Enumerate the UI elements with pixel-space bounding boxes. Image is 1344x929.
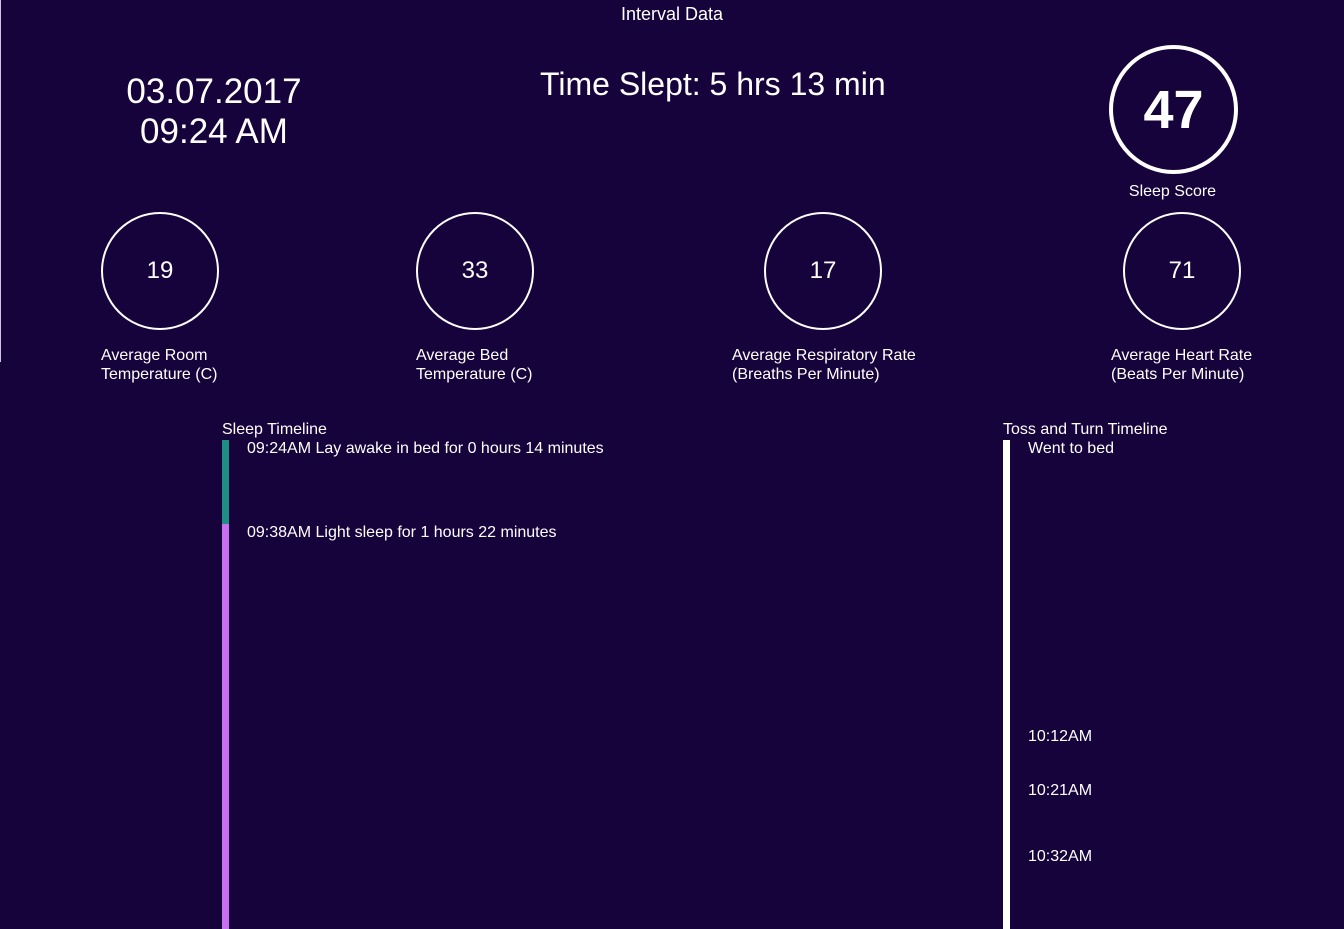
stat-value: 19 [146, 257, 174, 284]
stat-value: 33 [461, 257, 489, 284]
stat-value: 17 [809, 257, 837, 284]
stat-label: Average Room Temperature (C) [101, 347, 218, 383]
sleep-event-awake: 09:24AM Lay awake in bed for 0 hours 14 … [247, 440, 604, 457]
stat-room-temperature: 19 Average Room Temperature (C) [101, 212, 219, 384]
stat-ring: 17 [764, 212, 882, 330]
interval-data-page: Interval Data 03.07.2017 09:24 AM Time S… [0, 0, 1344, 929]
stat-label: Average Heart Rate (Beats Per Minute) [1111, 347, 1253, 383]
sleep-score-value: 47 [1143, 79, 1204, 140]
toss-event-went-to-bed: Went to bed [1028, 440, 1114, 457]
session-datetime: 03.07.2017 09:24 AM [100, 72, 328, 152]
stat-ring: 19 [101, 212, 219, 330]
toss-turn-timeline-heading: Toss and Turn Timeline [1003, 421, 1168, 438]
awake-segment [222, 440, 229, 524]
session-time: 09:24 AM [140, 112, 288, 151]
stat-ring: 33 [416, 212, 534, 330]
sleep-score-label: Sleep Score [1128, 183, 1217, 200]
light-sleep-segment [222, 524, 229, 929]
toss-event: 10:21AM [1028, 782, 1093, 799]
sleep-timeline-heading: Sleep Timeline [222, 421, 327, 438]
sleep-event-light: 09:38AM Light sleep for 1 hours 22 minut… [247, 524, 557, 541]
time-slept: Time Slept: 5 hrs 13 min [540, 66, 886, 102]
toss-event: 10:32AM [1028, 848, 1093, 865]
stat-label: Average Respiratory Rate (Breaths Per Mi… [732, 347, 916, 383]
stat-value: 71 [1168, 257, 1196, 284]
session-date: 03.07.2017 [126, 72, 302, 111]
stat-label: Average Bed Temperature (C) [416, 347, 533, 383]
stat-respiratory-rate: 17 Average Respiratory Rate (Breaths Per… [732, 212, 916, 384]
toss-event: 10:12AM [1028, 728, 1093, 745]
stat-bed-temperature: 33 Average Bed Temperature (C) [416, 212, 534, 384]
stat-ring: 71 [1123, 212, 1241, 330]
toss-turn-line [1003, 440, 1010, 929]
panel-border [0, 0, 1, 362]
sleep-score-ring: 47 [1109, 45, 1238, 174]
stat-heart-rate: 71 Average Heart Rate (Beats Per Minute) [1111, 212, 1252, 384]
page-title: Interval Data [620, 4, 724, 24]
